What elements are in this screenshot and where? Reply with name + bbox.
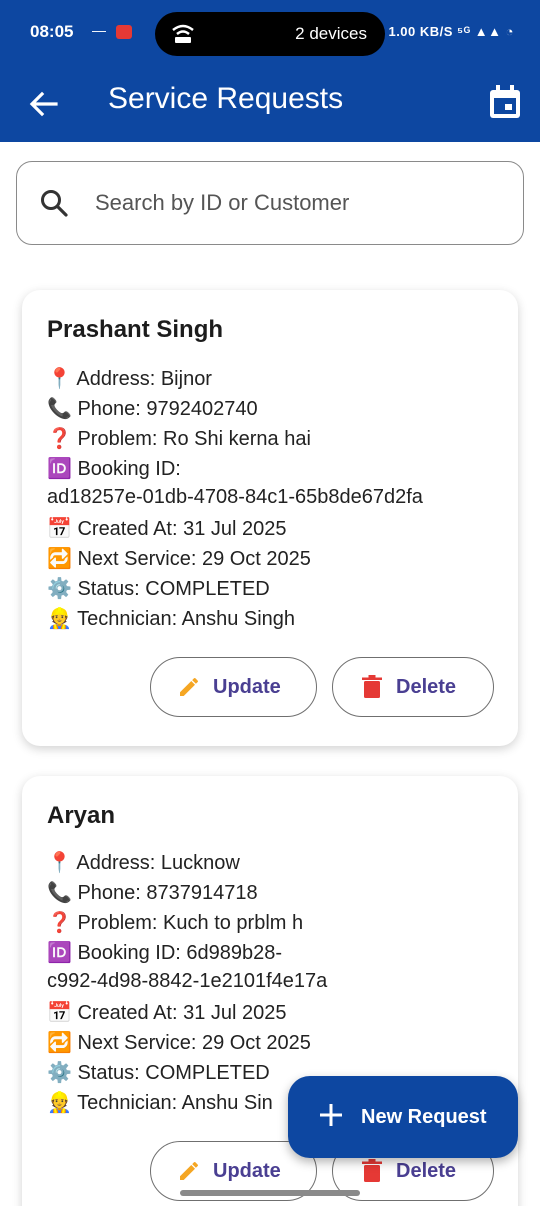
- status-time: 08:05: [30, 22, 74, 41]
- page-title: Service Requests: [108, 82, 344, 115]
- new-request-button[interactable]: New Request: [288, 1076, 518, 1158]
- search-box[interactable]: [16, 161, 524, 245]
- created-at-line: 📅 Created At: 31 Jul 2025: [47, 518, 287, 540]
- delete-label: Delete: [396, 1160, 457, 1182]
- update-label: Update: [213, 1160, 281, 1182]
- booking-id-line: 🆔 Booking ID:: [47, 458, 181, 480]
- next-service-line: 🔁 Next Service: 29 Oct 2025: [47, 548, 311, 570]
- recording-icon: [116, 25, 132, 39]
- booking-id-value: c992-4d98-8842-1e2101f4e17a: [47, 970, 328, 992]
- status-dash: —: [92, 22, 106, 38]
- customer-name: Aryan: [47, 802, 116, 829]
- address-line: 📍 Address: Lucknow: [47, 852, 240, 874]
- created-at-line: 📅 Created At: 31 Jul 2025: [47, 1002, 287, 1024]
- problem-line: ❓ Problem: Ro Shi kerna hai: [47, 428, 311, 450]
- update-button[interactable]: Update: [150, 657, 317, 717]
- technician-line: 👷 Technician: Anshu Singh: [47, 608, 296, 630]
- status-bar: 08:05 — 2 devices 1.00 KB/S ⁵ᴳ ▲▲ ◔: [0, 0, 540, 68]
- devices-label: 2 devices: [295, 24, 367, 43]
- trash-icon: [361, 675, 383, 705]
- request-card: Prashant Singh 📍 Address: Bijnor 📞 Phone…: [22, 290, 518, 746]
- customer-name: Prashant Singh: [47, 316, 224, 343]
- app-bar: Service Requests: [0, 68, 540, 142]
- device-connection-pill[interactable]: 2 devices: [155, 12, 385, 56]
- delete-label: Delete: [396, 676, 457, 698]
- network-info: 1.00 KB/S ⁵ᴳ ▲▲ ◔: [388, 24, 514, 39]
- calendar-icon: [490, 85, 520, 118]
- new-request-label: New Request: [361, 1106, 487, 1128]
- address-line: 📍 Address: Bijnor: [47, 368, 212, 390]
- booking-id-line: 🆔 Booking ID: 6d989b28-: [47, 942, 283, 964]
- home-indicator[interactable]: [180, 1190, 360, 1196]
- search-icon: [39, 188, 69, 223]
- pencil-icon: [177, 1159, 201, 1189]
- next-service-line: 🔁 Next Service: 29 Oct 2025: [47, 1032, 311, 1054]
- pencil-icon: [177, 675, 201, 705]
- back-arrow-icon: [29, 91, 58, 117]
- technician-line: 👷 Technician: Anshu Sin: [47, 1092, 273, 1114]
- booking-id-value: ad18257e-01db-4708-84c1-65b8de67d2fa: [47, 486, 423, 508]
- status-line: ⚙️ Status: COMPLETED: [47, 578, 270, 600]
- back-button[interactable]: [26, 86, 62, 122]
- trash-icon: [361, 1159, 383, 1189]
- delete-button[interactable]: Delete: [332, 657, 494, 717]
- status-line: ⚙️ Status: COMPLETED: [47, 1062, 270, 1084]
- problem-line: ❓ Problem: Kuch to prblm h: [47, 912, 304, 934]
- phone-line: 📞 Phone: 8737914718: [47, 882, 258, 904]
- update-label: Update: [213, 676, 281, 698]
- calendar-button[interactable]: [488, 84, 522, 120]
- plus-icon: [318, 1102, 344, 1133]
- search-input[interactable]: [95, 182, 495, 224]
- connection-icon: [171, 22, 195, 49]
- phone-line: 📞 Phone: 9792402740: [47, 398, 258, 420]
